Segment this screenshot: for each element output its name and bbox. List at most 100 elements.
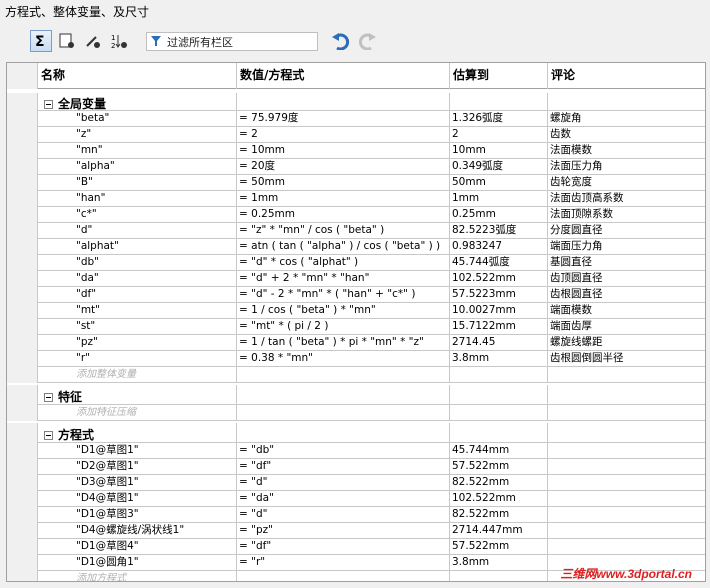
value-equation-cell[interactable]: = "z" * "mn" / cos ( "beta" ): [237, 223, 450, 239]
table-row[interactable]: "D2@草图1" = "df" 57.522mm: [7, 459, 705, 475]
collapse-icon[interactable]: [44, 431, 53, 440]
row-selector[interactable]: [7, 287, 38, 303]
var-name-cell[interactable]: "B": [38, 175, 237, 191]
comment-cell[interactable]: 齿根圆直径: [548, 287, 705, 303]
table-row[interactable]: "D1@草图4" = "df" 57.522mm: [7, 539, 705, 555]
evaluates-to-cell[interactable]: 2714.447mm: [450, 523, 548, 539]
evaluates-to-cell[interactable]: 82.522mm: [450, 507, 548, 523]
row-selector[interactable]: [7, 111, 38, 127]
evaluates-to-cell[interactable]: 57.522mm: [450, 459, 548, 475]
comment-cell[interactable]: 螺旋角: [548, 111, 705, 127]
comment-cell[interactable]: [548, 443, 705, 459]
table-row[interactable]: "z" = 2 2 齿数: [7, 127, 705, 143]
section-row-equations[interactable]: 方程式: [7, 423, 705, 443]
row-selector[interactable]: [7, 507, 38, 523]
evaluates-to-cell[interactable]: 82.522mm: [450, 475, 548, 491]
table-row[interactable]: "B" = 50mm 50mm 齿轮宽度: [7, 175, 705, 191]
table-row[interactable]: "c*" = 0.25mm 0.25mm 法面顶隙系数: [7, 207, 705, 223]
value-equation-cell[interactable]: = "db": [237, 443, 450, 459]
value-equation-cell[interactable]: = 0.25mm: [237, 207, 450, 223]
value-equation-cell[interactable]: = "df": [237, 539, 450, 555]
section-row-features[interactable]: 特征: [7, 385, 705, 405]
evaluates-to-cell[interactable]: 3.8mm: [450, 555, 548, 571]
cell[interactable]: [450, 405, 548, 421]
comment-cell[interactable]: 法面齿顶高系数: [548, 191, 705, 207]
comment-cell[interactable]: 分度圆直径: [548, 223, 705, 239]
cell[interactable]: [237, 367, 450, 383]
redo-button[interactable]: [356, 30, 378, 52]
comment-cell[interactable]: 齿轮宽度: [548, 175, 705, 191]
comment-cell[interactable]: [548, 507, 705, 523]
table-row[interactable]: "d" = "z" * "mn" / cos ( "beta" ) 82.5223弧…: [7, 223, 705, 239]
value-equation-cell[interactable]: = 20度: [237, 159, 450, 175]
evaluates-to-cell[interactable]: 0.349弧度: [450, 159, 548, 175]
comment-cell[interactable]: [548, 475, 705, 491]
evaluates-to-cell[interactable]: 102.522mm: [450, 491, 548, 507]
table-row[interactable]: "pz" = 1 / tan ( "beta" ) * pi * "mn" * "…: [7, 335, 705, 351]
column-header-name[interactable]: 名称: [38, 63, 237, 89]
evaluates-to-cell[interactable]: 2714.45: [450, 335, 548, 351]
var-name-cell[interactable]: "mn": [38, 143, 237, 159]
row-selector[interactable]: [7, 319, 38, 335]
value-equation-cell[interactable]: = "d" - 2 * "mn" * ( "han" + "c*" ): [237, 287, 450, 303]
row-selector[interactable]: [7, 523, 38, 539]
cell[interactable]: [237, 571, 450, 581]
comment-cell[interactable]: 齿顶圆直径: [548, 271, 705, 287]
evaluates-to-cell[interactable]: 102.522mm: [450, 271, 548, 287]
row-selector[interactable]: [7, 191, 38, 207]
value-equation-cell[interactable]: = 1 / tan ( "beta" ) * pi * "mn" * "z": [237, 335, 450, 351]
value-equation-cell[interactable]: = 1mm: [237, 191, 450, 207]
row-selector[interactable]: [7, 127, 38, 143]
value-equation-cell[interactable]: = 1 / cos ( "beta" ) * "mn": [237, 303, 450, 319]
section-header-globals[interactable]: 全局变量: [38, 93, 237, 111]
column-header-evaluates[interactable]: 估算到: [450, 63, 548, 89]
var-name-cell[interactable]: "D1@草图4": [38, 539, 237, 555]
evaluates-to-cell[interactable]: 50mm: [450, 175, 548, 191]
row-selector[interactable]: [7, 539, 38, 555]
evaluates-to-cell[interactable]: 1mm: [450, 191, 548, 207]
cell[interactable]: [548, 367, 705, 383]
table-row[interactable]: "df" = "d" - 2 * "mn" * ( "han" + "c*" ) 5…: [7, 287, 705, 303]
order-view-button[interactable]: 1 2: [108, 30, 130, 52]
comment-cell[interactable]: [548, 459, 705, 475]
comment-cell[interactable]: 端面压力角: [548, 239, 705, 255]
evaluates-to-cell[interactable]: 3.8mm: [450, 351, 548, 367]
var-name-cell[interactable]: "d": [38, 223, 237, 239]
cell[interactable]: [450, 367, 548, 383]
var-name-cell[interactable]: "da": [38, 271, 237, 287]
value-equation-cell[interactable]: = "mt" * ( pi / 2 ): [237, 319, 450, 335]
var-name-cell[interactable]: "db": [38, 255, 237, 271]
value-equation-cell[interactable]: = 10mm: [237, 143, 450, 159]
table-row[interactable]: "mn" = 10mm 10mm 法面模数: [7, 143, 705, 159]
evaluates-to-cell[interactable]: 10.0027mm: [450, 303, 548, 319]
value-equation-cell[interactable]: = "da": [237, 491, 450, 507]
table-row[interactable]: "mt" = 1 / cos ( "beta" ) * "mn" 10.0027mm…: [7, 303, 705, 319]
table-row[interactable]: "st" = "mt" * ( pi / 2 ) 15.7122mm 端面齿厚: [7, 319, 705, 335]
value-equation-cell[interactable]: = "d": [237, 507, 450, 523]
var-name-cell[interactable]: "D2@草图1": [38, 459, 237, 475]
table-row[interactable]: "D4@螺旋线/涡状线1" = "pz" 2714.447mm: [7, 523, 705, 539]
undo-button[interactable]: [330, 30, 352, 52]
var-name-cell[interactable]: "c*": [38, 207, 237, 223]
comment-cell[interactable]: 齿根圆倒圆半径: [548, 351, 705, 367]
section-row-globals[interactable]: 全局变量: [7, 93, 705, 111]
comment-cell[interactable]: [548, 491, 705, 507]
table-row[interactable]: "han" = 1mm 1mm 法面齿顶高系数: [7, 191, 705, 207]
comment-cell[interactable]: 法面模数: [548, 143, 705, 159]
comment-cell[interactable]: [548, 539, 705, 555]
value-equation-cell[interactable]: = "pz": [237, 523, 450, 539]
row-selector[interactable]: [7, 175, 38, 191]
filter-input[interactable]: 过滤所有栏区: [146, 32, 318, 51]
value-equation-cell[interactable]: = "d" * cos ( "alphat" ): [237, 255, 450, 271]
comment-cell[interactable]: [548, 523, 705, 539]
comment-cell[interactable]: 端面齿厚: [548, 319, 705, 335]
add-row-globals[interactable]: 添加整体变量: [7, 367, 705, 383]
evaluates-to-cell[interactable]: 15.7122mm: [450, 319, 548, 335]
var-name-cell[interactable]: "alphat": [38, 239, 237, 255]
row-selector[interactable]: [7, 491, 38, 507]
value-equation-cell[interactable]: = 50mm: [237, 175, 450, 191]
section-header-features[interactable]: 特征: [38, 385, 237, 405]
sum-view-button[interactable]: Σ: [30, 30, 52, 52]
row-selector[interactable]: [7, 303, 38, 319]
value-equation-cell[interactable]: = "d" + 2 * "mn" * "han": [237, 271, 450, 287]
